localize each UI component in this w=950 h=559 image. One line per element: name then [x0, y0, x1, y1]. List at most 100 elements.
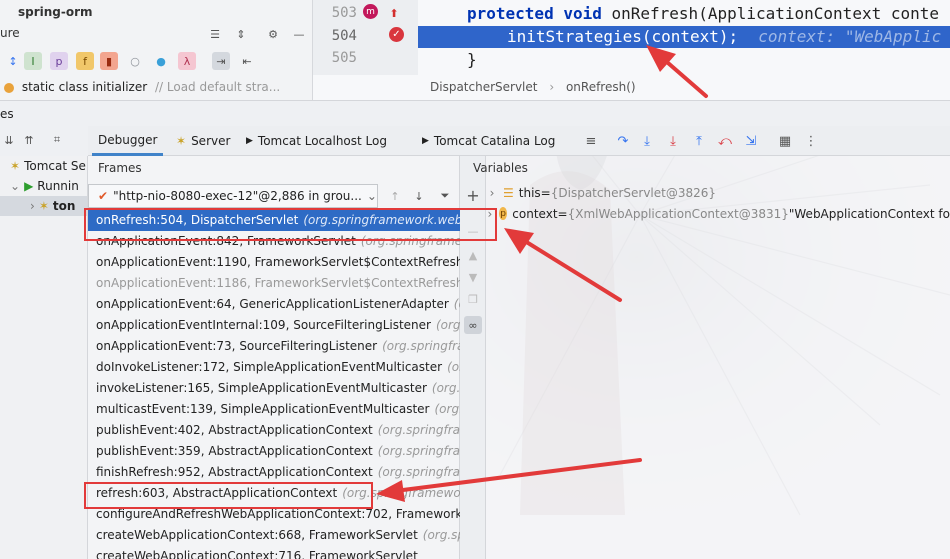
copy-icon[interactable]: ❐: [464, 290, 482, 308]
chevron-down-icon: ⌄: [10, 179, 21, 193]
frame-package: (org.sprin: [422, 528, 460, 542]
step-out-icon[interactable]: ⤒: [690, 132, 708, 150]
frame-row[interactable]: finishRefresh:952, AbstractApplicationCo…: [88, 462, 460, 483]
frame-row[interactable]: onApplicationEvent:1186, FrameworkServle…: [88, 273, 460, 294]
frame-row[interactable]: onRefresh:504, DispatcherServlet (org.spr…: [88, 210, 460, 231]
collapse-all-icon[interactable]: ⇊: [0, 131, 18, 149]
variable-value: {DispatcherServlet@3826}: [550, 185, 717, 200]
structure-item-comment: // Load default stra...: [154, 80, 281, 94]
log-icon: ▶: [246, 136, 253, 146]
tomcat-icon: ✶: [38, 199, 49, 213]
variable-row[interactable]: › ☰ this = {DispatcherServlet@3826}: [486, 182, 950, 203]
tab-debugger[interactable]: Debugger: [92, 126, 164, 156]
expand-icon[interactable]: ⇕: [232, 25, 250, 43]
breakpoint-icon[interactable]: ✓: [389, 27, 404, 42]
run-icon: ▶: [24, 179, 34, 193]
frame-row[interactable]: refresh:603, AbstractApplicationContext (…: [88, 483, 460, 504]
frame-row[interactable]: onApplicationEvent:1190, FrameworkServle…: [88, 252, 460, 273]
lambda-icon[interactable]: λ: [178, 52, 196, 70]
tree-item-label: Tomcat Se: [24, 159, 86, 173]
thread-selector-value: "http-nio-8080-exec-12"@2,886 in grou...: [113, 189, 362, 203]
frame-row[interactable]: createWebApplicationContext:716, Framewo…: [88, 546, 460, 559]
frame-method: onApplicationEvent:64, GenericApplicatio…: [96, 297, 449, 311]
variable-row[interactable]: › p context = {XmlWebApplicationContext@…: [486, 203, 950, 224]
group-by-icon[interactable]: ⌗: [48, 131, 66, 149]
tab-tomcat-localhost-log[interactable]: ▶ Tomcat Localhost Log: [240, 126, 393, 156]
code-editor[interactable]: 503 504 505 m ⬆ ✓ protected void onRefre…: [313, 0, 950, 100]
lock-icon[interactable]: ▮: [100, 52, 118, 70]
previous-frame-icon[interactable]: ↑: [386, 187, 404, 205]
structure-item-label: static class initializer: [21, 80, 148, 94]
drop-frame-icon[interactable]: ⤺: [716, 132, 734, 150]
breadcrumb: DispatcherServlet › onRefresh(): [430, 80, 636, 94]
frame-row[interactable]: onApplicationEvent:64, GenericApplicatio…: [88, 294, 460, 315]
evaluate-table-icon[interactable]: ▦: [776, 132, 794, 150]
property-icon[interactable]: p: [50, 52, 68, 70]
frame-row[interactable]: configureAndRefreshWebApplicationContext…: [88, 504, 460, 525]
align-icon[interactable]: ☰: [206, 25, 224, 43]
expand-all-icon[interactable]: ⇈: [20, 131, 38, 149]
breadcrumb-class[interactable]: DispatcherServlet: [430, 80, 537, 94]
tab-tomcat-catalina-log[interactable]: ▶ Tomcat Catalina Log: [416, 126, 561, 156]
menu-icon[interactable]: ≡: [582, 132, 600, 150]
frame-method: onApplicationEvent:73, SourceFilteringLi…: [96, 339, 378, 353]
frame-row[interactable]: createWebApplicationContext:668, Framewo…: [88, 525, 460, 546]
autoscroll-from-source-icon[interactable]: ⇤: [238, 52, 256, 70]
frame-package: (org.sp: [435, 318, 460, 332]
tree-item-running[interactable]: ⌄ ▶ Runnin: [0, 176, 87, 196]
object-icon: ☰: [503, 185, 514, 200]
structure-item[interactable]: static class initializer // Load default…: [0, 80, 280, 98]
variable-eq: =: [557, 206, 568, 221]
frame-row[interactable]: publishEvent:402, AbstractApplicationCon…: [88, 420, 460, 441]
circle-icon[interactable]: ○: [126, 52, 144, 70]
step-into-icon[interactable]: ⤓: [638, 132, 656, 150]
move-up-icon[interactable]: ▲: [464, 246, 482, 264]
check-icon: ✔: [98, 189, 109, 203]
breadcrumb-method[interactable]: onRefresh(): [566, 80, 636, 94]
frame-package: (org.: [447, 360, 460, 374]
frame-package: (org.springframework.c: [342, 486, 460, 500]
debug-tab-bar: Debugger ✶ Server ▶ Tomcat Localhost Log ▶…: [88, 126, 950, 156]
frame-row[interactable]: doInvokeListener:172, SimpleApplicationE…: [88, 357, 460, 378]
line-number: 505: [331, 50, 357, 66]
glasses-icon[interactable]: ∞: [464, 316, 482, 334]
frame-package: (org.spr: [434, 402, 461, 416]
frame-row[interactable]: invokeListener:165, SimpleApplicationEve…: [88, 378, 460, 399]
run-to-cursor-icon[interactable]: ⇲: [742, 132, 760, 150]
next-frame-icon[interactable]: ↓: [410, 187, 428, 205]
layout-icon[interactable]: ⋮: [802, 132, 820, 150]
frame-row[interactable]: multicastEvent:139, SimpleApplicationEve…: [88, 399, 460, 420]
tree-item-ton[interactable]: › ✶ ton: [0, 196, 87, 216]
remove-watch-icon[interactable]: —: [464, 222, 482, 240]
project-title: spring-orm: [18, 5, 93, 19]
step-over-icon[interactable]: ↷: [614, 132, 632, 150]
filter-icon[interactable]: ⏷: [436, 187, 454, 205]
frame-row[interactable]: onApplicationEventInternal:109, SourceFi…: [88, 315, 460, 336]
tree-item-tomcat[interactable]: ✶ Tomcat Se: [0, 156, 87, 176]
override-icon[interactable]: ⬆: [385, 4, 403, 22]
frame-row[interactable]: onApplicationEvent:842, FrameworkServlet…: [88, 231, 460, 252]
tab-server[interactable]: ✶ Server: [170, 126, 236, 156]
interface-icon[interactable]: I: [24, 52, 42, 70]
code-line-504: initStrategies(context); context: "WebApp…: [507, 27, 941, 46]
chevron-right-icon: ›: [487, 206, 493, 221]
minimize-icon[interactable]: —: [290, 25, 308, 43]
autoscroll-to-source-icon[interactable]: ⇥: [212, 52, 230, 70]
variable-name: this: [518, 185, 541, 200]
move-down-icon[interactable]: ▼: [464, 268, 482, 286]
sort-icon[interactable]: ↕: [4, 52, 22, 70]
frames-title: Frames: [98, 161, 142, 175]
frame-row[interactable]: onApplicationEvent:73, SourceFilteringLi…: [88, 336, 460, 357]
thread-selector[interactable]: ✔ "http-nio-8080-exec-12"@2,886 in grou.…: [88, 184, 378, 208]
add-watch-icon[interactable]: +: [464, 186, 482, 205]
code-line-505: }: [467, 50, 477, 69]
anonymous-icon[interactable]: ●: [152, 52, 170, 70]
frame-row[interactable]: publishEvent:359, AbstractApplicationCon…: [88, 441, 460, 462]
frame-method: publishEvent:402, AbstractApplicationCon…: [96, 423, 373, 437]
field-icon[interactable]: f: [76, 52, 94, 70]
force-step-into-icon[interactable]: ⤓: [664, 132, 682, 150]
services-header: es: [0, 100, 950, 126]
structure-label: ure: [0, 26, 20, 40]
gear-icon[interactable]: ⚙: [264, 25, 282, 43]
chevron-down-icon: ⌄: [366, 189, 377, 203]
